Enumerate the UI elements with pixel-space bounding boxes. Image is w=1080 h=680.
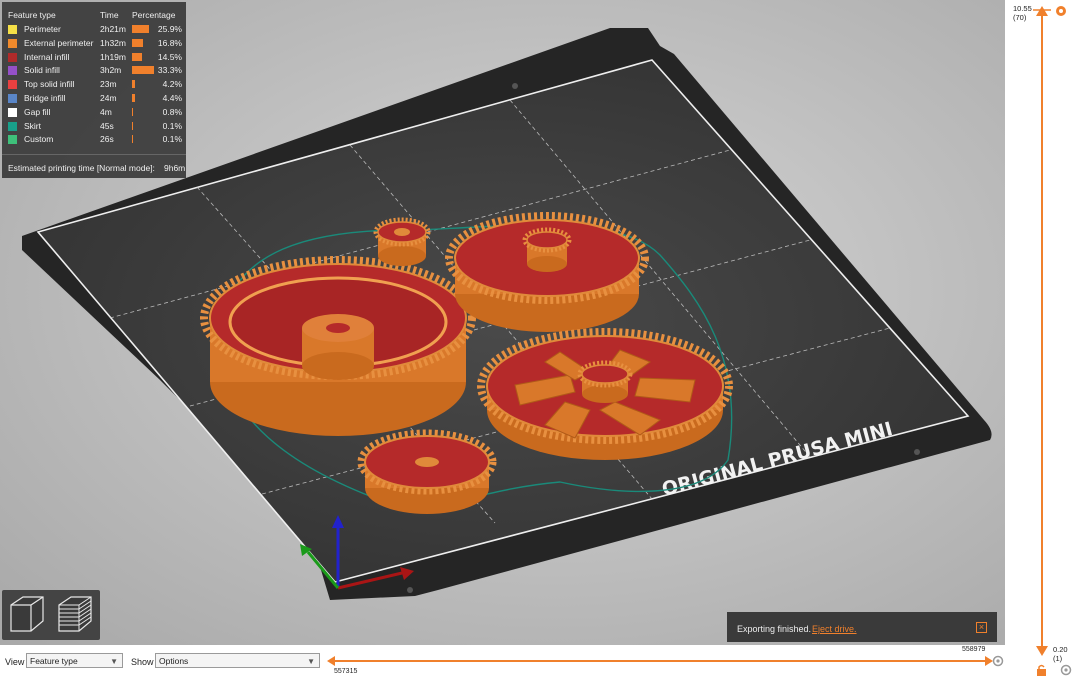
move-slider-cog-icon[interactable]: [992, 655, 1004, 667]
close-icon[interactable]: ×: [976, 622, 987, 633]
legend-percentage-bar: [132, 66, 154, 75]
view-mode-toolbar: [2, 590, 100, 640]
legend-feature-time: 1h32m: [100, 37, 126, 48]
legend-feature-time: 3h2m: [100, 65, 122, 76]
view-select-value: Feature type: [30, 656, 78, 666]
legend-percentage-bar: [132, 52, 142, 61]
view-select[interactable]: Feature type ▼: [26, 653, 123, 668]
layer-top-index: (70): [1013, 13, 1027, 22]
legend-feature-time: 24m: [100, 93, 117, 103]
view-mode-solid-button[interactable]: [5, 593, 49, 637]
legend-feature-time: 26s: [100, 134, 114, 145]
legend-feature-name: Solid infill: [24, 65, 60, 76]
legend-swatch: [8, 66, 17, 76]
lock-icon[interactable]: [1036, 664, 1047, 676]
legend-feature-time: 2h21m: [100, 24, 126, 34]
move-start-value: 557315: [334, 668, 358, 675]
legend-swatch: [8, 135, 17, 145]
legend-feature-name: Gap fill: [24, 106, 51, 117]
legend-feature-time: 45s: [100, 120, 114, 131]
legend-header-feature: Feature type: [8, 10, 56, 20]
legend-percentage-bar: [132, 107, 133, 116]
legend-row: Gap fill 4m 0.8%: [2, 107, 186, 120]
estimate-value: 9h6m: [164, 163, 186, 173]
legend-feature-percentage: 16.8%: [157, 37, 182, 48]
view-mode-layers-button[interactable]: [53, 593, 97, 637]
legend-feature-percentage: 0.8%: [162, 106, 182, 117]
legend-feature-name: Skirt: [24, 120, 41, 131]
legend-row: Bridge infill 24m 4.4%: [2, 93, 186, 106]
legend-row: Top solid infill 23m 4.2%: [2, 79, 186, 92]
gear-small-top: [373, 217, 431, 266]
legend-percentage-bar: [132, 38, 144, 47]
legend-feature-percentage: 14.5%: [157, 51, 182, 62]
legend-swatch: [8, 121, 17, 131]
legend-feature-name: Bridge infill: [24, 93, 66, 103]
legend-row: Solid infill 3h2m 33.3%: [2, 65, 186, 78]
legend-feature-percentage: 4.4%: [162, 93, 182, 103]
legend-feature-time: 23m: [100, 79, 117, 90]
legend-feature-name: Top solid infill: [24, 79, 75, 90]
move-end-value: 558979: [962, 646, 986, 653]
legend-feature-percentage: 33.3%: [157, 65, 182, 76]
gear-top-right: [445, 212, 649, 332]
legend-swatch: [8, 94, 17, 103]
legend-feature-name: Perimeter: [24, 24, 61, 34]
legend-header-time: Time: [100, 10, 119, 20]
view-label: View: [5, 657, 25, 667]
layer-slider[interactable]: 10.55 (70) 0.20 (1): [1005, 0, 1080, 680]
legend-row: Custom 26s 0.1%: [2, 134, 186, 147]
gear-small-bottom: [357, 429, 497, 514]
show-select-value: Options: [159, 656, 189, 666]
horizontal-move-slider[interactable]: [325, 654, 995, 668]
show-label: Show: [131, 657, 154, 667]
legend-divider: [2, 154, 186, 155]
legend-feature-name: External perimeter: [24, 37, 94, 48]
legend-header-percentage: Percentage: [132, 10, 176, 20]
bottom-cog-icon[interactable]: [1060, 664, 1072, 676]
legend-feature-time: 4m: [100, 106, 112, 117]
legend-percentage-bar: [132, 25, 150, 33]
legend-percentage-bar: [132, 121, 133, 130]
top-thumb-cog-icon[interactable]: [1055, 5, 1067, 17]
bottom-toolbar: View Feature type ▼ Show Options ▼ 55897…: [0, 645, 1005, 680]
legend-percentage-bar: [132, 80, 135, 89]
export-notification: Exporting finished. Eject drive. ×: [727, 612, 997, 642]
legend-swatch: [8, 107, 17, 117]
legend-percentage-bar: [132, 135, 133, 144]
eject-drive-link[interactable]: Eject drive.: [812, 624, 857, 634]
legend-feature-time: 1h19m: [100, 51, 126, 62]
legend-feature-percentage: 4.2%: [162, 79, 182, 90]
legend-swatch: [8, 25, 17, 34]
legend-swatch: [8, 52, 17, 62]
legend-panel: Feature type Time Percentage Perimeter 2h…: [2, 2, 186, 178]
gear-spoked: [477, 328, 733, 460]
show-select[interactable]: Options ▼: [155, 653, 320, 668]
notification-message: Exporting finished.: [737, 624, 812, 634]
estimate-label: Estimated printing time [Normal mode]:: [8, 163, 155, 173]
layers-icon: [58, 596, 92, 632]
layer-bottom-index: (1): [1053, 654, 1063, 663]
legend-feature-name: Custom: [24, 134, 54, 145]
legend-percentage-bar: [132, 94, 135, 102]
legend-row: External perimeter 1h32m 16.8%: [2, 38, 186, 51]
legend-swatch: [8, 38, 17, 48]
legend-feature-percentage: 25.9%: [157, 24, 182, 34]
chevron-down-icon: ▼: [110, 657, 118, 666]
legend-swatch: [8, 80, 17, 90]
chevron-down-icon: ▼: [307, 657, 315, 666]
legend-feature-percentage: 0.1%: [162, 120, 182, 131]
legend-row: Perimeter 2h21m 25.9%: [2, 24, 186, 37]
layer-bottom-value: 0.20: [1053, 645, 1068, 654]
gear-large-left: [200, 256, 476, 436]
cube-icon: [10, 596, 44, 632]
legend-feature-percentage: 0.1%: [162, 134, 182, 145]
legend-feature-name: Internal infill: [24, 51, 70, 62]
legend-row: Internal infill 1h19m 14.5%: [2, 52, 186, 65]
layer-top-value: 10.55: [1013, 4, 1032, 13]
legend-row: Skirt 45s 0.1%: [2, 121, 186, 134]
